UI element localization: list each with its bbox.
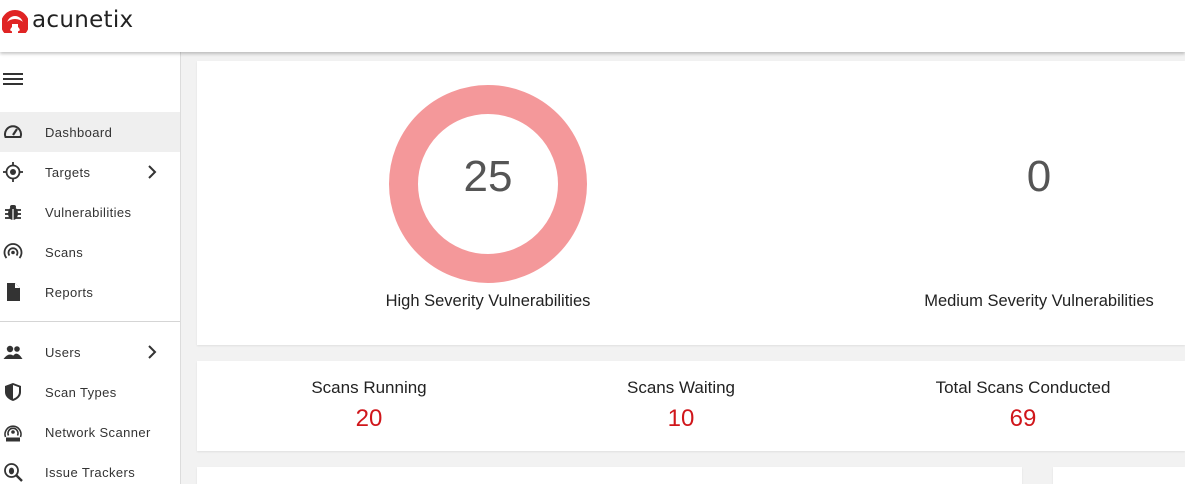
sidebar-item-network-scanner[interactable]: Network Scanner xyxy=(0,412,180,452)
sidebar-divider xyxy=(0,321,180,322)
medium-severity-count: 0 xyxy=(1026,152,1052,201)
lower-left-card xyxy=(197,467,1022,484)
lower-right-card xyxy=(1053,467,1185,484)
sidebar-item-label: Scans xyxy=(45,244,84,260)
chevron-right-icon xyxy=(145,165,159,179)
crosshair-icon xyxy=(3,162,23,182)
scans-waiting-value[interactable]: 10 xyxy=(561,405,801,433)
medium-severity-label: Medium Severity Vulnerabilities xyxy=(924,292,1154,310)
total-scans-label: Total Scans Conducted xyxy=(935,378,1111,397)
issue-tracker-icon xyxy=(3,462,23,482)
sidebar-item-targets[interactable]: Targets xyxy=(0,152,180,192)
scans-running-value[interactable]: 20 xyxy=(249,405,489,433)
sidebar-item-scans[interactable]: Scans xyxy=(0,232,180,272)
chevron-right-icon xyxy=(145,345,159,359)
sidebar-item-dashboard[interactable]: Dashboard xyxy=(0,112,180,152)
sidebar-item-label: Vulnerabilities xyxy=(45,204,132,220)
sidebar-item-users[interactable]: Users xyxy=(0,332,180,372)
sidebar-item-label: Dashboard xyxy=(45,124,113,140)
acunetix-logo[interactable]: acunetix xyxy=(2,7,133,33)
document-icon xyxy=(3,282,23,302)
shield-icon xyxy=(3,382,23,402)
sidebar-item-issue-trackers[interactable]: Issue Trackers xyxy=(0,452,180,484)
sidebar-item-label: Scan Types xyxy=(45,384,117,400)
sidebar-item-vulnerabilities[interactable]: Vulnerabilities xyxy=(0,192,180,232)
brand-name: acunetix xyxy=(32,7,134,33)
speedometer-icon xyxy=(3,122,23,142)
sidebar-item-reports[interactable]: Reports xyxy=(0,272,180,312)
radar-icon xyxy=(3,242,23,262)
sidebar-item-label: Targets xyxy=(45,164,91,180)
network-scanner-icon xyxy=(3,422,23,442)
top-bar: acunetix xyxy=(0,0,1185,52)
scan-stats-card: Scans Running 20 Scans Waiting 10 Total … xyxy=(197,361,1185,451)
sidebar-item-label: Issue Trackers xyxy=(45,464,136,480)
scans-running-label: Scans Running xyxy=(311,378,427,397)
bug-icon xyxy=(3,202,23,222)
sidebar-item-label: Users xyxy=(45,344,81,360)
total-scans-value[interactable]: 69 xyxy=(903,405,1143,433)
scans-waiting-label: Scans Waiting xyxy=(626,378,736,397)
severity-card: 25 High Severity Vulnerabilities 0 Mediu… xyxy=(197,61,1185,345)
sidebar: Dashboard Targets Vulnerabilities Scans … xyxy=(0,52,181,484)
users-icon xyxy=(3,342,23,362)
high-severity-count: 25 xyxy=(463,152,513,201)
high-severity-label: High Severity Vulnerabilities xyxy=(385,292,591,310)
hamburger-icon[interactable] xyxy=(3,73,23,87)
sidebar-item-label: Network Scanner xyxy=(45,424,151,440)
sidebar-item-label: Reports xyxy=(45,284,94,300)
sidebar-item-scan-types[interactable]: Scan Types xyxy=(0,372,180,412)
logo-icon xyxy=(2,10,28,33)
